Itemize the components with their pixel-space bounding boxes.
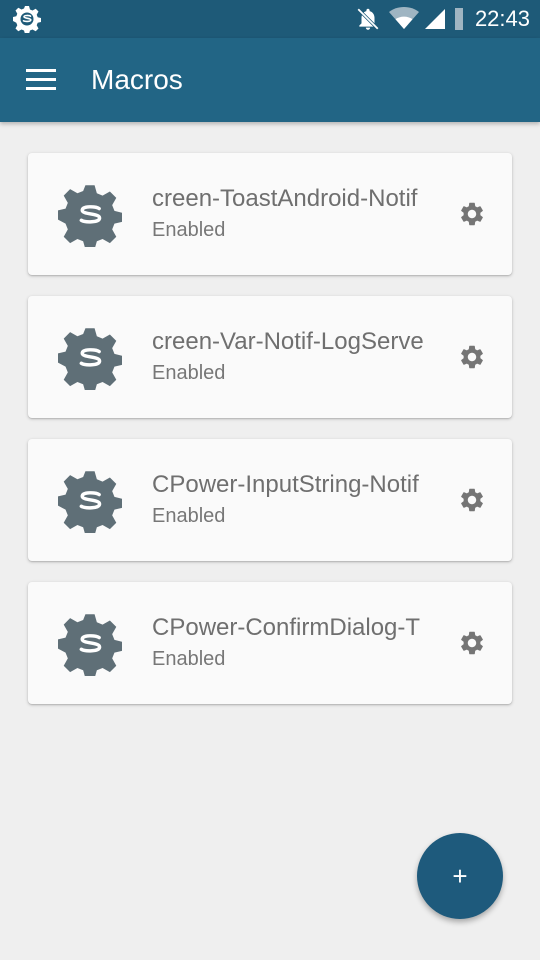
macro-name: creen-Var-Notif-LogServe — [152, 328, 424, 355]
add-macro-button[interactable]: + — [417, 833, 503, 919]
wifi-icon — [388, 7, 419, 29]
hamburger-menu-icon — [26, 69, 56, 90]
macro-text: CPower-InputString-Notif Enabled — [152, 469, 448, 529]
settings-gear-icon[interactable] — [458, 629, 486, 657]
macro-card[interactable]: creen-ToastAndroid-Notif Enabled — [28, 153, 512, 275]
macro-gear-icon — [58, 614, 122, 676]
macro-status: Enabled — [152, 362, 226, 384]
clock: 22:43 — [474, 6, 530, 31]
battery-icon — [454, 8, 463, 30]
settings-gear-icon[interactable] — [458, 343, 486, 371]
macro-text: creen-ToastAndroid-Notif Enabled — [152, 183, 448, 243]
macro-status: Enabled — [152, 505, 226, 527]
page-title: Macros — [91, 64, 183, 95]
macro-name: CPower-InputString-Notif — [152, 471, 419, 498]
macro-name: creen-ToastAndroid-Notif — [152, 185, 418, 212]
settings-gear-icon[interactable] — [458, 486, 486, 514]
macro-gear-icon — [58, 471, 122, 533]
settings-gear-icon[interactable] — [458, 200, 486, 228]
macro-status: Enabled — [152, 648, 226, 670]
macro-card[interactable]: CPower-InputString-Notif Enabled — [28, 439, 512, 561]
status-bar: 22:43 — [0, 0, 540, 38]
macro-card[interactable]: CPower-ConfirmDialog-T Enabled — [28, 582, 512, 704]
notifications-off-icon — [357, 8, 379, 30]
macro-gear-icon — [58, 185, 122, 247]
macro-text: CPower-ConfirmDialog-T Enabled — [152, 612, 448, 672]
macro-text: creen-Var-Notif-LogServe Enabled — [152, 326, 448, 386]
macrodroid-gear-icon — [13, 6, 41, 33]
macro-status: Enabled — [152, 219, 226, 241]
macro-card[interactable]: creen-Var-Notif-LogServe Enabled — [28, 296, 512, 418]
cell-signal-icon — [424, 9, 445, 29]
status-indicators: 22:43 — [355, 0, 530, 38]
menu-button[interactable] — [20, 59, 62, 101]
plus-icon: + — [452, 860, 468, 891]
macro-gear-icon — [58, 328, 122, 390]
macro-name: CPower-ConfirmDialog-T — [152, 614, 421, 641]
app-bar: Macros — [0, 38, 540, 122]
